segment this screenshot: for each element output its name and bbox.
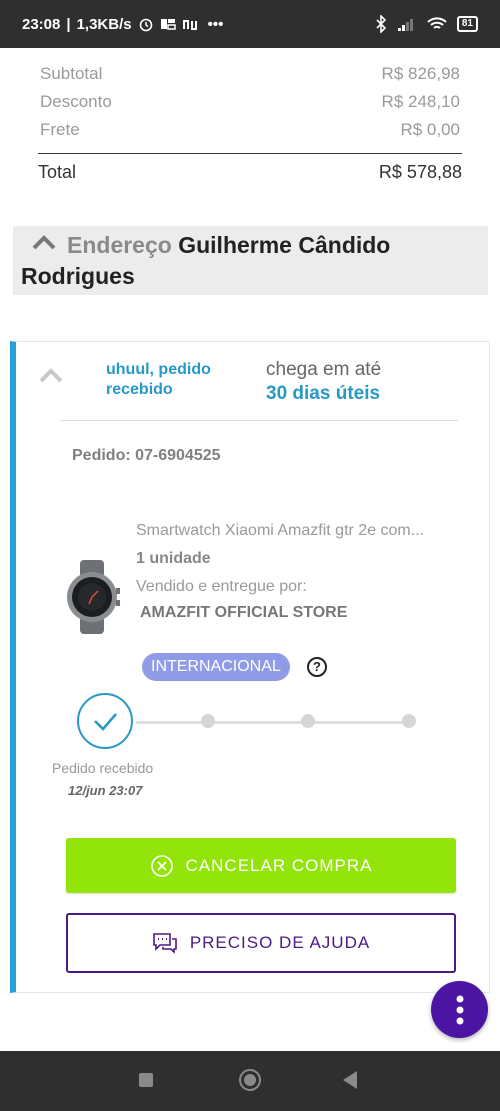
delivery-estimate-value: 30 dias úteis	[266, 383, 381, 404]
subtotal-value: R$ 826,98	[381, 64, 460, 83]
order-id: Pedido: 07-6904525	[72, 447, 221, 464]
battery-icon: 81	[456, 16, 478, 32]
clock: 23:08	[22, 15, 61, 33]
alarm-icon	[139, 18, 152, 32]
more-dots-icon: •••	[207, 15, 224, 33]
product-info: Smartwatch Xiaomi Amazfit gtr 2e com... …	[136, 522, 466, 622]
order-status-text: uhuul, pedido recebido	[106, 361, 211, 398]
system-nav-bar	[0, 1051, 500, 1111]
status-right: 81	[375, 15, 478, 33]
product-name[interactable]: Smartwatch Xiaomi Amazfit gtr 2e com...	[136, 522, 461, 546]
card-divider	[60, 420, 458, 421]
address-section[interactable]: Endereço Guilherme Cândido Rodrigues	[13, 226, 488, 295]
cancel-purchase-label: CANCELAR COMPRA	[185, 855, 373, 875]
order-summary: Subtotal R$ 826,98 Desconto R$ 248,10 Fr…	[40, 60, 460, 144]
seller-label: Vendido e entregue por:	[136, 578, 307, 595]
status-separator: |	[66, 15, 71, 33]
address-name-line1: Guilherme Cândido	[178, 232, 391, 258]
network-speed: 1,3KB/s	[76, 15, 132, 33]
timeline-step-dot	[301, 714, 315, 728]
need-help-label: PRECISO DE AJUDA	[189, 933, 371, 952]
discount-value: R$ 248,10	[381, 92, 460, 111]
vertical-dots-icon	[456, 995, 463, 1024]
shipping-label: Frete	[40, 120, 80, 139]
status-left: 23:08 | 1,3KB/s •••	[22, 16, 223, 33]
address-name-line2: Rodrigues	[21, 263, 135, 289]
order-card: uhuul, pedido recebido chega em até 30 d…	[10, 341, 490, 993]
need-help-button[interactable]: PRECISO DE AJUDA	[66, 913, 456, 973]
chevron-up-icon[interactable]	[31, 231, 57, 255]
status-bar: 23:08 | 1,3KB/s ••• 81	[0, 0, 500, 48]
discount-row: Desconto R$ 248,10	[40, 88, 460, 116]
back-icon[interactable]	[343, 1071, 357, 1089]
total-label: Total	[38, 162, 77, 182]
product-quantity: 1 unidade	[136, 550, 211, 567]
total-row: Total R$ 578,88	[38, 162, 462, 183]
signal-icon	[397, 19, 413, 31]
recents-icon[interactable]	[139, 1073, 153, 1087]
nu-icon	[182, 20, 197, 30]
wifi-icon	[427, 17, 447, 29]
discount-label: Desconto	[40, 92, 112, 111]
international-badge: INTERNACIONAL	[142, 653, 290, 681]
smartwatch-image[interactable]	[58, 560, 126, 634]
summary-divider	[38, 153, 462, 154]
timeline-check-icon	[77, 693, 133, 749]
timeline-step-dot	[201, 714, 215, 728]
store-name[interactable]: AMAZFIT OFFICIAL STORE	[140, 604, 466, 622]
bluetooth-icon	[376, 15, 387, 33]
collapse-chevron-icon[interactable]	[38, 366, 64, 384]
subtotal-label: Subtotal	[40, 64, 103, 83]
timeline-step-dot	[402, 714, 416, 728]
subtotal-row: Subtotal R$ 826,98	[40, 60, 460, 88]
cancel-circle-icon	[150, 854, 173, 877]
delivery-estimate-label: chega em até	[266, 359, 382, 380]
cancel-purchase-button[interactable]: CANCELAR COMPRA	[66, 838, 456, 893]
more-options-fab[interactable]	[431, 981, 488, 1038]
app-icon	[160, 19, 176, 30]
home-icon[interactable]	[239, 1069, 261, 1091]
total-value: R$ 578,88	[378, 162, 462, 182]
help-question-icon[interactable]: ?	[307, 657, 327, 677]
shipping-row: Frete R$ 0,00	[40, 116, 460, 144]
timeline-track	[136, 721, 410, 724]
address-label: Endereço	[67, 232, 172, 258]
chat-bubble-icon	[153, 933, 177, 954]
delivery-estimate: chega em até 30 dias úteis	[266, 358, 381, 406]
timeline-step-label: Pedido recebido	[52, 760, 154, 776]
shipping-value: R$ 0,00	[400, 120, 460, 139]
timeline-step-date: 12/jun 23:07	[68, 783, 143, 798]
